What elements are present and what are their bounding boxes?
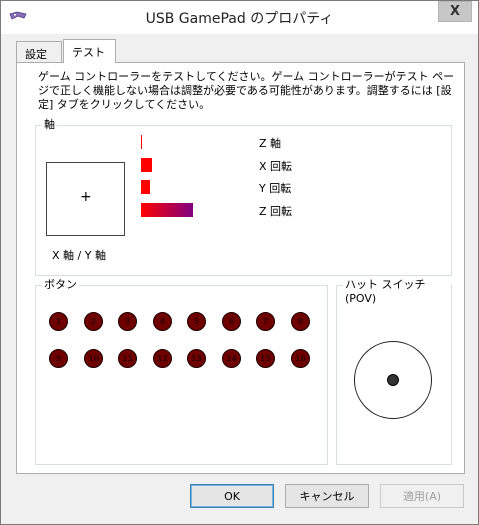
properties-dialog: USB GamePad のプロパティ X 設定 テスト ゲーム コントローラーを… bbox=[0, 0, 479, 525]
x-rotation-bar bbox=[141, 158, 152, 172]
y-rotation-bar bbox=[141, 180, 150, 194]
pov-center-dot bbox=[387, 374, 399, 386]
test-tab-panel: ゲーム コントローラーをテストしてください。ゲーム コントローラーがテスト ペー… bbox=[16, 62, 465, 474]
button-indicator-8: 8 bbox=[291, 312, 310, 331]
button-indicator-10: 10 bbox=[84, 349, 103, 368]
button-indicator-9: 9 bbox=[49, 349, 68, 368]
button-indicator-2: 2 bbox=[84, 312, 103, 331]
x-rotation-label: X 回転 bbox=[259, 160, 293, 173]
z-rotation-label: Z 回転 bbox=[259, 205, 293, 218]
tab-test[interactable]: テスト bbox=[63, 39, 116, 63]
buttons-group-label: ボタン bbox=[42, 278, 79, 292]
apply-button[interactable]: 適用(A) bbox=[380, 484, 464, 508]
tab-settings[interactable]: 設定 bbox=[16, 41, 62, 62]
pov-group-label: ハット スイッチ (POV) bbox=[343, 278, 451, 306]
xy-axis-area: + bbox=[46, 162, 125, 236]
button-indicator-7: 7 bbox=[256, 312, 275, 331]
button-indicator-6: 6 bbox=[222, 312, 241, 331]
button-indicator-3: 3 bbox=[118, 312, 137, 331]
z-axis-bar bbox=[141, 135, 142, 149]
crosshair-icon: + bbox=[80, 189, 92, 205]
xy-axis-label: X 軸 / Y 軸 bbox=[52, 249, 106, 262]
window-title: USB GamePad のプロパティ bbox=[145, 11, 334, 27]
button-indicator-5: 5 bbox=[187, 312, 206, 331]
z-rotation-bar bbox=[141, 203, 193, 217]
z-axis-label: Z 軸 bbox=[259, 137, 282, 150]
ok-button[interactable]: OK bbox=[190, 484, 274, 508]
instructions-text: ゲーム コントローラーをテストしてください。ゲーム コントローラーがテスト ペー… bbox=[38, 70, 455, 111]
title-bar: USB GamePad のプロパティ X bbox=[1, 1, 478, 34]
close-button[interactable]: X bbox=[438, 1, 472, 22]
axes-group-label: 軸 bbox=[42, 118, 57, 132]
button-indicator-12: 12 bbox=[153, 349, 172, 368]
axes-group: 軸 + X 軸 / Y 軸 Z 軸 X 回転 Y 回転 Z 回転 bbox=[35, 118, 452, 276]
button-indicator-16: 16 bbox=[291, 349, 310, 368]
button-indicator-4: 4 bbox=[153, 312, 172, 331]
y-rotation-label: Y 回転 bbox=[259, 182, 292, 195]
button-indicator-13: 13 bbox=[187, 349, 206, 368]
pov-indicator bbox=[354, 341, 432, 419]
pov-group: ハット スイッチ (POV) bbox=[336, 278, 452, 465]
buttons-group: ボタン 1 2 3 4 5 6 7 8 9 10 11 12 13 14 15 16 bbox=[35, 278, 328, 465]
close-icon: X bbox=[449, 4, 461, 19]
button-indicator-11: 11 bbox=[118, 349, 137, 368]
cancel-button[interactable]: キャンセル bbox=[285, 484, 369, 508]
button-indicator-1: 1 bbox=[49, 312, 68, 331]
button-indicator-15: 15 bbox=[256, 349, 275, 368]
button-indicator-14: 14 bbox=[222, 349, 241, 368]
